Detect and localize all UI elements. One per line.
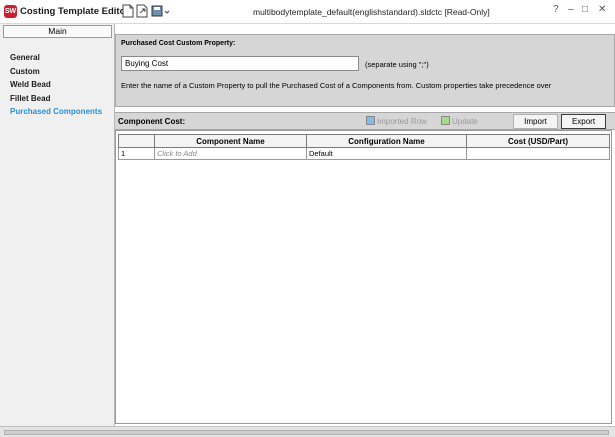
purchased-cost-property-input[interactable]	[121, 56, 359, 71]
tab-main[interactable]: Main	[3, 25, 112, 38]
update-legend: Update	[441, 116, 478, 126]
cost-cell[interactable]	[466, 147, 610, 160]
app-title: Costing Template Editor	[20, 6, 130, 17]
horizontal-scrollbar[interactable]	[4, 430, 609, 435]
table-header-row: Component Name Configuration Name Cost (…	[118, 134, 610, 148]
document-title: multibodytemplate_default(englishstandar…	[253, 7, 490, 17]
status-bar	[0, 426, 615, 437]
component-cost-toolbar: Component Cost: Imported Row Update Impo…	[115, 112, 615, 130]
solidworks-logo-icon: SW	[4, 5, 17, 18]
sidebar-item-fillet-bead[interactable]: Fillet Bead	[10, 94, 102, 108]
save-icon[interactable]	[151, 4, 171, 18]
imported-row-legend: Imported Row	[366, 116, 427, 126]
update-label: Update	[452, 117, 478, 126]
maximize-button[interactable]: □	[582, 4, 588, 15]
component-name-cell[interactable]: Click to Add	[154, 147, 307, 160]
new-file-icon[interactable]	[122, 4, 134, 18]
sidebar-item-custom[interactable]: Custom	[10, 67, 102, 81]
table-row[interactable]: 1 Click to Add Default	[118, 147, 610, 160]
purchased-cost-panel: Purchased Cost Custom Property: (separat…	[115, 34, 615, 107]
export-button[interactable]: Export	[561, 114, 606, 129]
component-cost-label: Component Cost:	[118, 117, 186, 126]
row-number-header	[118, 134, 155, 148]
configuration-name-cell[interactable]: Default	[306, 147, 467, 160]
imported-row-label: Imported Row	[377, 117, 427, 126]
separator-hint: (separate using ";")	[365, 60, 429, 69]
close-button[interactable]: ✕	[598, 4, 606, 15]
title-bar: SW Costing Template Editor multibodytemp…	[0, 0, 615, 24]
update-swatch	[441, 116, 450, 125]
imported-row-swatch	[366, 116, 375, 125]
component-name-header[interactable]: Component Name	[154, 134, 307, 148]
component-cost-table-area: Component Name Configuration Name Cost (…	[115, 130, 612, 424]
cost-header[interactable]: Cost (USD/Part)	[466, 134, 610, 148]
sidebar-item-weld-bead[interactable]: Weld Bead	[10, 80, 102, 94]
sidebar-item-purchased-components[interactable]: Purchased Components	[10, 107, 102, 121]
configuration-name-header[interactable]: Configuration Name	[306, 134, 467, 148]
import-button[interactable]: Import	[513, 114, 558, 129]
sidebar: Main General Custom Weld Bead Fillet Bea…	[0, 24, 115, 426]
row-number-cell: 1	[118, 147, 155, 160]
minimize-button[interactable]: –	[568, 4, 574, 15]
help-button[interactable]: ?	[553, 4, 559, 15]
open-file-icon[interactable]	[136, 4, 149, 18]
sidebar-item-general[interactable]: General	[10, 53, 102, 67]
purchased-cost-label: Purchased Cost Custom Property:	[121, 40, 236, 47]
component-cost-table: Component Name Configuration Name Cost (…	[118, 134, 610, 160]
sidebar-nav: General Custom Weld Bead Fillet Bead Pur…	[10, 53, 102, 121]
purchased-cost-description: Enter the name of a Custom Property to p…	[121, 81, 552, 90]
